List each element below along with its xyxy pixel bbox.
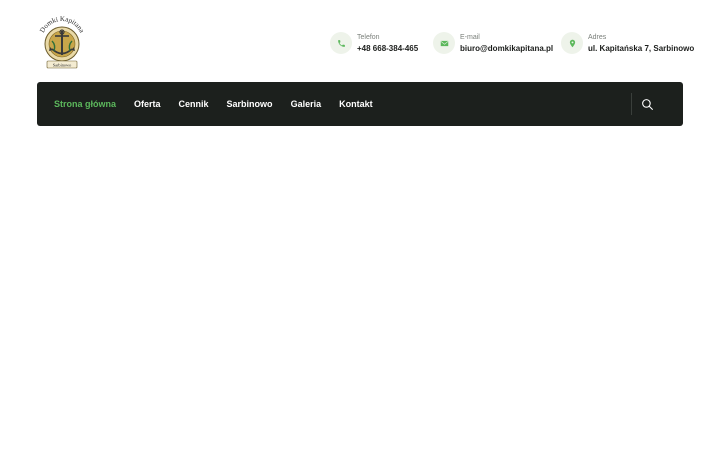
contact-email-text: E-mail biuro@domkikapitana.pl <box>460 34 553 53</box>
contact-phone-text: Telefon +48 668-384-465 <box>357 34 418 53</box>
nav-menu: Strona główna Oferta Cennik Sarbinowo Ga… <box>54 82 391 126</box>
contact-phone-label: Telefon <box>357 33 380 41</box>
contact-email-label: E-mail <box>460 33 480 41</box>
envelope-icon <box>433 32 455 54</box>
nav-item-home[interactable]: Strona główna <box>54 99 116 109</box>
contact-address-text: Adres ul. Kapitańska 7, Sarbinowo <box>588 34 694 53</box>
site-header: Domki Kapitana Sarbinowo Telefon +48 668… <box>0 0 720 82</box>
logo-emblem: Domki Kapitana Sarbinowo <box>38 15 86 69</box>
search-icon <box>641 98 653 110</box>
nav-item-sarbinowo[interactable]: Sarbinowo <box>227 99 273 109</box>
nav-item-oferta[interactable]: Oferta <box>134 99 161 109</box>
nav-item-kontakt[interactable]: Kontakt <box>339 99 373 109</box>
map-pin-icon <box>561 32 583 54</box>
contact-address[interactable]: Adres ul. Kapitańska 7, Sarbinowo <box>561 29 694 57</box>
contact-phone-value[interactable]: +48 668-384-465 <box>357 44 418 53</box>
nav-item-galeria[interactable]: Galeria <box>291 99 322 109</box>
phone-icon <box>330 32 352 54</box>
contact-address-value[interactable]: ul. Kapitańska 7, Sarbinowo <box>588 44 694 53</box>
nav-divider <box>631 93 632 115</box>
contact-email-value[interactable]: biuro@domkikapitana.pl <box>460 44 553 53</box>
site-logo[interactable]: Domki Kapitana Sarbinowo <box>36 11 88 71</box>
search-button[interactable] <box>639 96 655 112</box>
contact-phone[interactable]: Telefon +48 668-384-465 <box>330 29 418 57</box>
logo-text-bottom: Sarbinowo <box>53 62 72 67</box>
contact-email[interactable]: E-mail biuro@domkikapitana.pl <box>433 29 553 57</box>
main-navbar: Strona główna Oferta Cennik Sarbinowo Ga… <box>37 82 683 126</box>
nav-item-cennik[interactable]: Cennik <box>179 99 209 109</box>
contact-address-label: Adres <box>588 33 607 41</box>
